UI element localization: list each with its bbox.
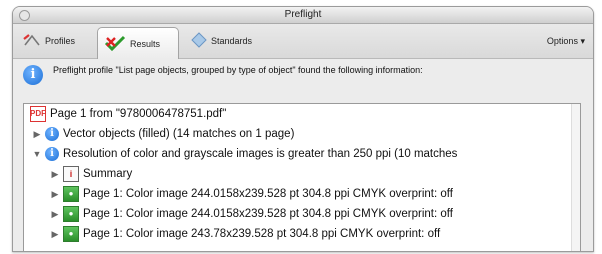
tree-row-label: Page 1 from "9780006478751.pdf" bbox=[50, 108, 227, 120]
message-bar: i Preflight profile "List page objects, … bbox=[13, 59, 593, 87]
image-icon: ● bbox=[63, 206, 79, 222]
tree-row-file[interactable]: PDF Page 1 from "9780006478751.pdf" bbox=[24, 104, 580, 124]
tree-row-summary[interactable]: ▶ i Summary bbox=[24, 164, 580, 184]
tab-profiles[interactable]: Profiles bbox=[17, 27, 95, 55]
tree-row-image[interactable]: ▶ ● Page 1: Color image 244.0158x239.528… bbox=[24, 184, 580, 204]
tree-row-vector[interactable]: ▶ i Vector objects (filled) (14 matches … bbox=[24, 124, 580, 144]
window-title: Preflight bbox=[284, 9, 322, 20]
results-tree: PDF Page 1 from "9780006478751.pdf" ▶ i … bbox=[23, 103, 581, 251]
preflight-window: Preflight Profiles Results Standards Opt… bbox=[12, 6, 594, 252]
image-icon: ● bbox=[63, 226, 79, 242]
title-bar: Preflight bbox=[13, 7, 593, 24]
message-text: Preflight profile "List page objects, gr… bbox=[53, 65, 423, 75]
tree-row-image[interactable]: ▶ ● Page 1: Color image 244.0158x239.528… bbox=[24, 204, 580, 224]
tree-row-label: Resolution of color and grayscale images… bbox=[63, 148, 458, 160]
image-icon: ● bbox=[63, 186, 79, 202]
summary-icon: i bbox=[63, 166, 79, 182]
tree-row-label: Page 1: Color image 243.78x239.528 pt 30… bbox=[83, 228, 441, 240]
tab-standards[interactable]: Standards bbox=[185, 27, 275, 55]
info-icon: i bbox=[45, 147, 59, 161]
tree-row-image[interactable]: ▶ ● Page 1: Color image 243.78x239.528 p… bbox=[24, 224, 580, 244]
tab-results[interactable]: Results bbox=[97, 27, 179, 59]
chevron-down-icon: ▾ bbox=[580, 36, 585, 46]
tree-row-label: Page 1: Color image 244.0158x239.528 pt … bbox=[83, 188, 453, 200]
tree-row-label: Summary bbox=[83, 168, 133, 180]
standards-icon bbox=[191, 32, 207, 50]
window-knob-icon[interactable] bbox=[19, 10, 30, 21]
expand-arrow-icon[interactable]: ▶ bbox=[50, 184, 60, 204]
profiles-icon bbox=[23, 33, 41, 49]
expand-arrow-icon[interactable]: ▶ bbox=[50, 164, 60, 184]
results-icon bbox=[104, 35, 126, 53]
vertical-scrollbar[interactable] bbox=[571, 104, 580, 251]
expand-arrow-icon[interactable]: ▶ bbox=[50, 204, 60, 224]
info-icon: i bbox=[45, 127, 59, 141]
expand-arrow-icon[interactable]: ▶ bbox=[32, 124, 42, 144]
tree-row-resolution[interactable]: ▼ i Resolution of color and grayscale im… bbox=[24, 144, 580, 164]
toolbar: Profiles Results Standards Options ▾ bbox=[13, 24, 593, 59]
collapse-arrow-icon[interactable]: ▼ bbox=[32, 144, 42, 164]
expand-arrow-icon[interactable]: ▶ bbox=[50, 224, 60, 244]
options-label: Options bbox=[546, 36, 578, 46]
tab-standards-label: Standards bbox=[211, 36, 253, 46]
tree-row-label: Vector objects (filled) (14 matches on 1… bbox=[63, 128, 295, 140]
tab-profiles-label: Profiles bbox=[45, 36, 76, 46]
options-menu[interactable]: Options ▾ bbox=[547, 36, 585, 47]
pdf-icon: PDF bbox=[30, 106, 46, 122]
tree-row-label: Page 1: Color image 244.0158x239.528 pt … bbox=[83, 208, 453, 220]
info-icon: i bbox=[23, 65, 43, 85]
tab-results-label: Results bbox=[130, 38, 161, 49]
